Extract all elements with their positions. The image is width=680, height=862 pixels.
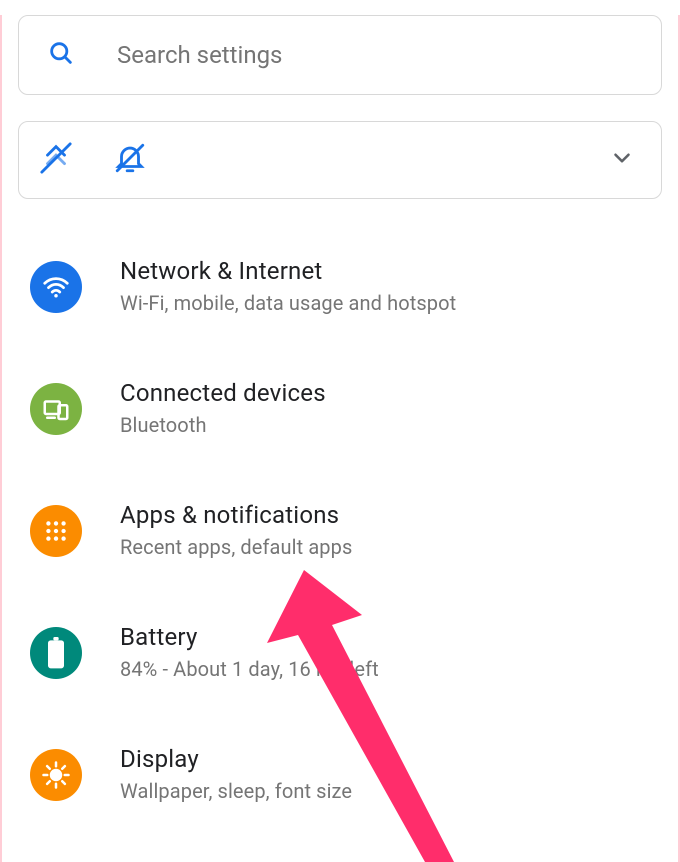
quick-settings-panel[interactable] [18, 121, 662, 199]
settings-item-display[interactable]: Display Wallpaper, sleep, font size [18, 723, 662, 845]
settings-subtitle: 84% - About 1 day, 16 hrs left [120, 657, 379, 681]
search-bar[interactable]: Search settings [18, 15, 662, 95]
settings-item-apps-notifications[interactable]: Apps & notifications Recent apps, defaul… [18, 479, 662, 601]
settings-subtitle: Bluetooth [120, 413, 326, 437]
settings-item-battery[interactable]: Battery 84% - About 1 day, 16 hrs left [18, 601, 662, 723]
settings-title: Apps & notifications [120, 501, 352, 529]
devices-icon [30, 383, 82, 435]
settings-subtitle: Wi-Fi, mobile, data usage and hotspot [120, 291, 456, 315]
settings-subtitle: Recent apps, default apps [120, 535, 352, 559]
apps-icon [30, 505, 82, 557]
settings-title: Connected devices [120, 379, 326, 407]
settings-item-network[interactable]: Network & Internet Wi-Fi, mobile, data u… [18, 235, 662, 357]
settings-list: Network & Internet Wi-Fi, mobile, data u… [18, 235, 662, 845]
bell-off-icon [113, 141, 147, 179]
settings-title: Battery [120, 623, 379, 651]
settings-subtitle: Wallpaper, sleep, font size [120, 779, 352, 803]
brightness-icon [30, 749, 82, 801]
settings-item-connected-devices[interactable]: Connected devices Bluetooth [18, 357, 662, 479]
search-placeholder: Search settings [117, 41, 282, 69]
battery-icon [30, 627, 82, 679]
settings-title: Display [120, 745, 352, 773]
search-icon [47, 39, 75, 71]
chevron-down-icon[interactable] [609, 145, 635, 175]
data-saver-off-icon [39, 141, 73, 179]
wifi-icon [30, 261, 82, 313]
settings-title: Network & Internet [120, 257, 456, 285]
